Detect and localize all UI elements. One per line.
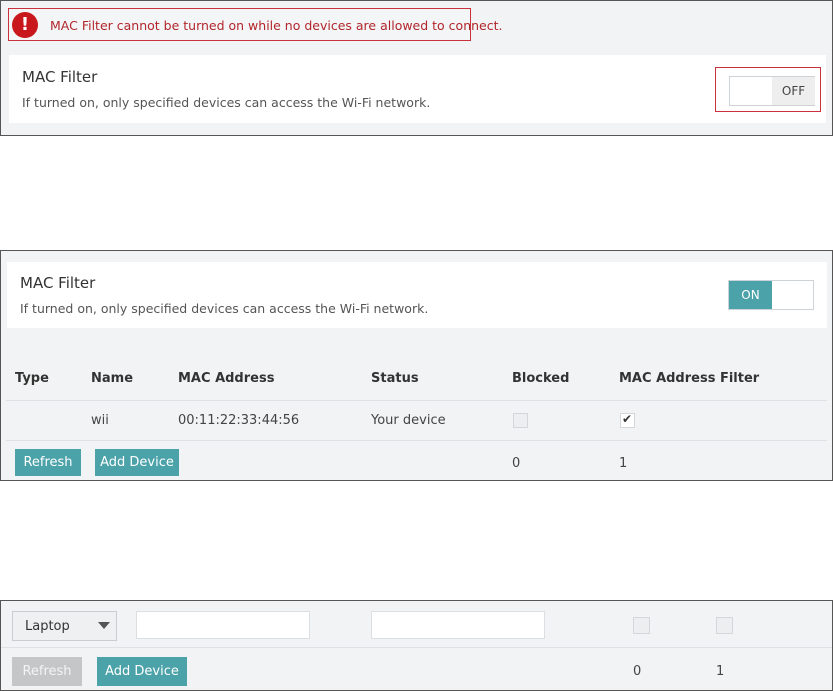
mac-filter-card: MAC Filter If turned on, only specified … <box>9 55 826 123</box>
mac-filter-title: MAC Filter <box>22 68 98 86</box>
exclamation-icon: ! <box>12 12 38 38</box>
toggle-state-label: OFF <box>772 77 815 105</box>
mac-filter-description: If turned on, only specified devices can… <box>22 95 431 110</box>
device-type-select[interactable]: Laptop <box>12 611 117 641</box>
add-device-button[interactable]: Add Device <box>95 449 179 476</box>
add-device-button[interactable]: Add Device <box>97 657 187 686</box>
blocked-count: 0 <box>512 456 521 471</box>
column-header-mac-address-filter: MAC Address Filter <box>619 371 760 386</box>
device-status: Your device <box>371 413 446 428</box>
chevron-down-icon <box>98 622 110 629</box>
mac-filter-off-panel: ! MAC Filter cannot be turned on while n… <box>0 0 833 136</box>
table-row: wii 00:11:22:33:44:56 Your device <box>6 400 827 441</box>
toggle-state-label: ON <box>729 281 772 309</box>
error-message: MAC Filter cannot be turned on while no … <box>50 18 503 33</box>
refresh-button[interactable]: Refresh <box>15 449 81 476</box>
column-header-name: Name <box>91 371 134 386</box>
mac-filter-toggle[interactable]: OFF <box>729 76 815 106</box>
blocked-checkbox[interactable] <box>633 617 650 634</box>
mac-filter-description: If turned on, only specified devices can… <box>20 301 429 316</box>
column-header-blocked: Blocked <box>512 371 570 386</box>
add-device-panel: Laptop Refresh Add Device 0 1 <box>0 600 833 691</box>
mac-address-input[interactable] <box>371 611 545 639</box>
mac-filter-checkbox[interactable] <box>716 617 733 634</box>
mac-filter-count: 1 <box>619 456 628 471</box>
mac-filter-card: MAC Filter If turned on, only specified … <box>7 262 827 328</box>
refresh-button[interactable]: Refresh <box>12 657 82 686</box>
device-mac-address: 00:11:22:33:44:56 <box>178 413 300 428</box>
blocked-checkbox[interactable] <box>513 413 528 428</box>
blocked-count: 0 <box>633 664 642 679</box>
device-name: wii <box>91 413 109 428</box>
mac-filter-on-panel: MAC Filter If turned on, only specified … <box>0 250 833 481</box>
column-header-status: Status <box>371 371 419 386</box>
mac-filter-title: MAC Filter <box>20 274 96 292</box>
mac-filter-toggle[interactable]: ON <box>728 280 814 310</box>
device-name-input[interactable] <box>136 611 310 639</box>
mac-filter-count: 1 <box>716 664 725 679</box>
divider <box>1 647 832 648</box>
device-type-selected: Laptop <box>25 619 70 634</box>
mac-filter-checkbox[interactable] <box>620 412 635 428</box>
column-header-type: Type <box>15 371 49 386</box>
column-header-mac-address: MAC Address <box>178 371 275 386</box>
error-banner: ! MAC Filter cannot be turned on while n… <box>8 8 502 41</box>
